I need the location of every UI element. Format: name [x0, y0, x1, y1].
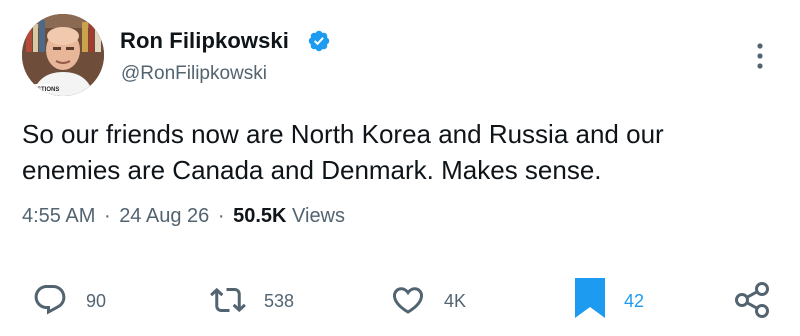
like-icon [392, 287, 424, 314]
tweet: QUESTIONS Ron Filipkowski @RonFilipkowsk… [0, 0, 800, 336]
tweet-date[interactable]: 24 Aug 26 [119, 205, 209, 227]
avatar-image: QUESTIONS [22, 14, 104, 96]
avatar[interactable]: QUESTIONS [22, 14, 104, 96]
share-button[interactable] [732, 280, 772, 318]
like-button[interactable]: 4K [390, 282, 480, 318]
verified-badge-icon [308, 30, 330, 52]
bookmark-button[interactable]: 42 [572, 276, 662, 318]
separator-dot: · [103, 205, 111, 227]
avatar-caption: QUESTIONS [24, 87, 59, 93]
tweet-text-line: enemies are Canada and Denmark. Makes se… [22, 155, 602, 185]
reply-button[interactable]: 90 [32, 282, 122, 318]
share-icon [735, 282, 769, 318]
tweet-time[interactable]: 4:55 AM [22, 205, 95, 227]
views-count[interactable]: 50.5K [233, 205, 286, 227]
author-name[interactable]: Ron Filipkowski [120, 28, 289, 54]
more-options-icon[interactable] [752, 40, 768, 72]
repost-icon [210, 287, 246, 313]
views-label: Views [292, 205, 346, 227]
like-count: 4K [444, 291, 467, 311]
bookmark-icon [575, 278, 605, 318]
tweet-text: So our friends now are North Korea and R… [22, 116, 762, 188]
bookmark-count: 42 [624, 291, 645, 311]
reply-icon [34, 285, 66, 315]
separator-dot: · [217, 205, 225, 227]
reply-count: 90 [86, 291, 107, 311]
repost-count: 538 [264, 291, 295, 311]
tweet-meta: 4:55 AM · 24 Aug 26 · 50.5K Views [22, 205, 345, 228]
tweet-text-line: So our friends now are North Korea and R… [22, 119, 664, 149]
author-handle[interactable]: @RonFilipkowski [121, 63, 267, 85]
repost-button[interactable]: 538 [210, 282, 310, 318]
